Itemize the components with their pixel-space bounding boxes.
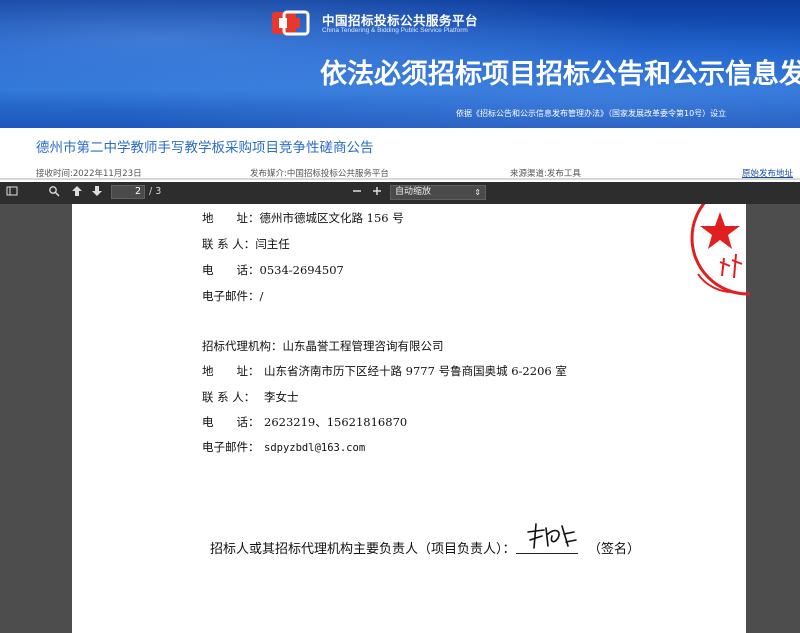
pdf-viewer[interactable]: 地 址：德州市德城区文化路 156 号 联 系 人：闫主任 电 话：0534-2… [0,204,800,633]
page-number-input[interactable]: 2 [111,185,145,199]
platform-name-en: China Tendering & Bidding Public Service… [322,27,468,34]
doc-row: 电 话：0534-2694507 [202,262,344,278]
zoom-in-icon[interactable] [370,185,384,199]
doc-row: 联 系 人： 李女士 [202,389,299,405]
red-seal-stamp [690,204,750,296]
arrow-down-icon[interactable] [90,185,104,199]
row-label: 联 系 人： [202,237,256,251]
row-value: / [259,289,264,303]
platform-logo-icon [272,10,310,36]
pdf-page: 地 址：德州市德城区文化路 156 号 联 系 人：闫主任 电 话：0534-2… [72,204,750,633]
notice-title: 德州市第二中学教师手写教学板采购项目竞争性磋商公告 [36,140,374,156]
doc-row: 招标代理机构：山东晶誉工程管理咨询有限公司 [202,338,444,354]
row-label: 电 话： [202,263,260,277]
row-value: 山东省济南市历下区经十路 9777 号鲁商国奥城 6-2206 室 [264,364,567,378]
signature-suffix: （签名） [588,542,641,557]
pdf-toolbar: 2 / 3 自动缩放 ⇕ [0,182,800,204]
zoom-out-icon[interactable] [350,185,364,199]
doc-row: 地 址： 山东省济南市历下区经十路 9777 号鲁商国奥城 6-2206 室 [202,363,567,379]
row-label: 联 系 人： [202,390,256,404]
signature-prefix: 招标人或其招标代理机构主要负责人（项目负责人）： [210,542,516,557]
signature-underline [516,553,578,554]
row-value: 德州市德城区文化路 156 号 [259,211,404,225]
row-value: 山东晶誉工程管理咨询有限公司 [282,339,444,353]
row-label: 电子邮件： [202,440,260,454]
doc-row: 电 话： 2623219、15621816870 [202,414,407,430]
search-icon[interactable] [47,185,61,199]
platform-banner: 中国招标投标公共服务平台 China Tendering & Bidding P… [0,0,800,128]
doc-row: 电子邮件： sdpyzbdl@163.com [202,439,365,455]
row-label: 电 话： [202,415,260,429]
row-value: 李女士 [264,390,299,404]
zoom-value: 自动缩放 [395,187,432,197]
row-label: 地 址： [202,211,260,225]
row-value: sdpyzbdl@163.com [264,442,366,454]
zoom-select[interactable]: 自动缩放 ⇕ [390,185,486,200]
doc-row: 电子邮件：/ [202,288,263,304]
page-total: / 3 [149,186,162,197]
doc-row: 联 系 人：闫主任 [202,236,290,252]
banner-title: 依法必须招标项目招标公告和公示信息发布 [320,59,800,90]
handwritten-signature [527,523,577,549]
row-label: 招标代理机构： [202,339,283,353]
row-value: 闫主任 [255,237,290,251]
sidebar-toggle-icon[interactable] [5,185,19,199]
arrow-up-icon[interactable] [70,185,84,199]
row-value: 0534-2694507 [259,263,344,277]
row-label: 地 址： [202,364,260,378]
chevron-updown-icon: ⇕ [474,188,481,197]
divider [0,178,800,180]
row-label: 电子邮件： [202,289,260,303]
row-value: 2623219、15621816870 [264,415,408,429]
banner-basis: 依据《招标公告和公示信息发布管理办法》（国家发展改革委令第10号）设立 [456,109,727,118]
doc-row: 地 址：德州市德城区文化路 156 号 [202,210,404,226]
